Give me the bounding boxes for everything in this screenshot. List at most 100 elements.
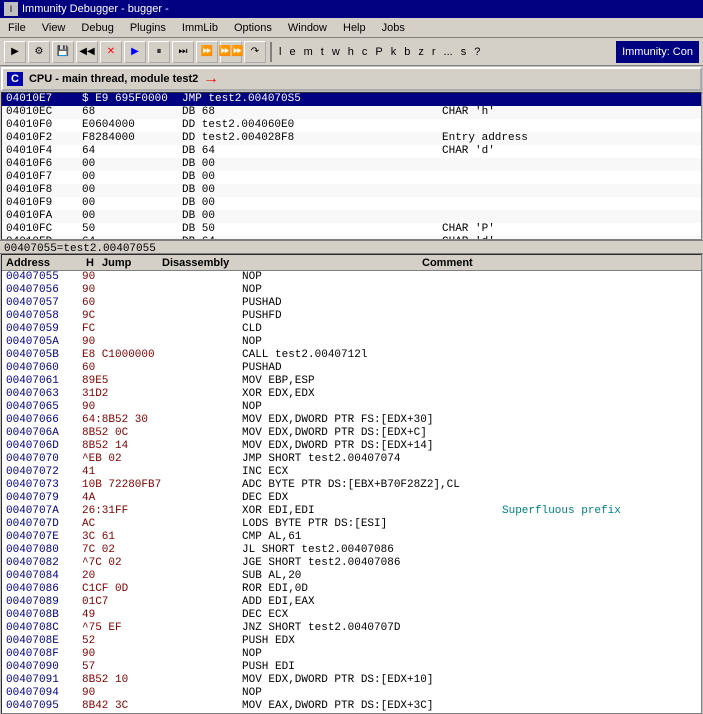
table-row[interactable]: 00407086C1CF 0DROR EDI,0D [2, 583, 701, 596]
toolbar: ▶ ⚙ 💾 ◀◀ ✕ ▶ ⏸ ⏭ ⏩ ⏩⏩ ↷ l e m t w h c P … [0, 38, 703, 66]
table-row[interactable]: 004070918B52 10MOV EDX,DWORD PTR DS:[EDX… [2, 674, 701, 687]
table-row[interactable]: 04010F600DB 00 [2, 158, 701, 171]
table-row[interactable]: 004070958B42 3CMOV EAX,DWORD PTR DS:[EDX… [2, 700, 701, 713]
toolbar-letter-z[interactable]: z [415, 46, 427, 58]
toolbar-letter-c[interactable]: c [359, 46, 371, 58]
toolbar-letter-m[interactable]: m [301, 46, 316, 58]
immunity-banner: Immunity: Con [616, 41, 699, 63]
toolbar-letter-s[interactable]: s [458, 46, 470, 58]
title-text: Immunity Debugger - bugger - [22, 3, 169, 15]
toolbar-letter-k[interactable]: k [388, 46, 400, 58]
top-disassembly-panel[interactable]: 04010E7$ E9 695F0000JMP test2.004070S504… [1, 92, 702, 240]
toolbar-btn-stop[interactable]: ✕ [100, 41, 122, 63]
table-row[interactable]: 04010F700DB 00 [2, 171, 701, 184]
table-row[interactable]: 004070589CPUSHFD [2, 310, 701, 323]
toolbar-letter-P[interactable]: P [372, 46, 385, 58]
cpu-title: CPU - main thread, module test2 [29, 73, 198, 85]
table-row[interactable]: 00407070^EB 02JMP SHORT test2.00407074 [2, 453, 701, 466]
table-row[interactable]: 0040705760PUSHAD [2, 297, 701, 310]
table-row[interactable]: 0040705A90NOP [2, 336, 701, 349]
bottom-disassembly-panel[interactable]: 0040705590NOP0040705690NOP0040705760PUSH… [2, 271, 701, 713]
menu-item-options[interactable]: Options [226, 20, 280, 36]
status-bar: 00407055=test2.00407055 [0, 240, 703, 254]
menu-item-plugins[interactable]: Plugins [122, 20, 174, 36]
toolbar-btn-run[interactable]: ▶ [124, 41, 146, 63]
table-row[interactable]: 0040707A26:31FFXOR EDI,EDISuperfluous pr… [2, 505, 701, 518]
table-row[interactable]: 04010EC68DB 68CHAR 'h' [2, 106, 701, 119]
table-row[interactable]: 004070807C 02JL SHORT test2.00407086 [2, 544, 701, 557]
toolbar-btn-5[interactable]: ⏸ [148, 41, 170, 63]
col-header-disassembly: Disassembly [158, 255, 418, 270]
table-row[interactable]: 0040707310B 72280FB7ADC BYTE PTR DS:[EBX… [2, 479, 701, 492]
table-row[interactable]: 00407082^7C 02JGE SHORT test2.00407086 [2, 557, 701, 570]
table-row[interactable]: 0040708C^75 EFJNZ SHORT test2.0040707D [2, 622, 701, 635]
toolbar-btn-4[interactable]: ◀◀ [76, 41, 98, 63]
table-row[interactable]: 0040705690NOP [2, 284, 701, 297]
table-row[interactable]: 04010FC50DB 50CHAR 'P' [2, 223, 701, 236]
table-row[interactable]: 04010E7$ E9 695F0000JMP test2.004070S5 [2, 93, 701, 106]
menu-item-debug[interactable]: Debug [73, 20, 121, 36]
table-row[interactable]: 0040707DACLODS BYTE PTR DS:[ESI] [2, 518, 701, 531]
arrow-icon: → [206, 70, 216, 88]
table-row[interactable]: 0040706189E5MOV EBP,ESP [2, 375, 701, 388]
col-header-jump: Jump [98, 255, 158, 270]
table-row[interactable]: 04010F2F8284000DD test2.004028F8Entry ad… [2, 132, 701, 145]
table-row[interactable]: 04010FA00DB 00 [2, 210, 701, 223]
table-row[interactable]: 0040708901C7ADD EDI,EAX [2, 596, 701, 609]
toolbar-letter-l[interactable]: l [276, 46, 284, 58]
table-row[interactable]: 0040709490NOP [2, 687, 701, 700]
table-row[interactable]: 04010F0E0604000DD test2.004060E0 [2, 119, 701, 132]
toolbar-letter-q[interactable]: ? [471, 46, 483, 58]
toolbar-letter-w[interactable]: w [329, 46, 343, 58]
status-text: 00407055=test2.00407055 [4, 243, 156, 255]
table-row[interactable]: 0040707E3C 61CMP AL,61 [2, 531, 701, 544]
menu-bar: FileViewDebugPluginsImmLibOptionsWindowH… [0, 18, 703, 38]
table-row[interactable]: 0040708F90NOP [2, 648, 701, 661]
table-row[interactable]: 0040706A8B52 0CMOV EDX,DWORD PTR DS:[EDX… [2, 427, 701, 440]
table-row[interactable]: 0040705BE8 C1000000CALL test2.0040712l [2, 349, 701, 362]
table-row[interactable]: 0040706331D2XOR EDX,EDX [2, 388, 701, 401]
table-row[interactable]: 04010F800DB 00 [2, 184, 701, 197]
menu-item-help[interactable]: Help [335, 20, 374, 36]
menu-item-jobs[interactable]: Jobs [374, 20, 413, 36]
table-row[interactable]: 0040707241INC ECX [2, 466, 701, 479]
table-row[interactable]: 04010F900DB 00 [2, 197, 701, 210]
col-header-h: H [82, 255, 98, 270]
table-row[interactable]: 0040706060PUSHAD [2, 362, 701, 375]
bottom-panel-container: Address H Jump Disassembly Comment 00407… [1, 254, 702, 714]
toolbar-letter-dots[interactable]: ... [441, 46, 456, 58]
toolbar-letter-t[interactable]: t [318, 46, 327, 58]
toolbar-btn-1[interactable]: ▶ [4, 41, 26, 63]
toolbar-btn-3[interactable]: 💾 [52, 41, 74, 63]
toolbar-letter-e[interactable]: e [286, 46, 298, 58]
toolbar-letter-h[interactable]: h [345, 46, 357, 58]
toolbar-letter-r[interactable]: r [429, 46, 439, 58]
toolbar-btn-2[interactable]: ⚙ [28, 41, 50, 63]
title-bar: I Immunity Debugger - bugger - [0, 0, 703, 18]
menu-item-window[interactable]: Window [280, 20, 335, 36]
menu-item-immlib[interactable]: ImmLib [174, 20, 226, 36]
table-row[interactable]: 0040706664:8B52 30MOV EDX,DWORD PTR FS:[… [2, 414, 701, 427]
table-row[interactable]: 004070794ADEC EDX [2, 492, 701, 505]
table-row[interactable]: 0040708E52PUSH EDX [2, 635, 701, 648]
table-row[interactable]: 0040708B49DEC ECX [2, 609, 701, 622]
toolbar-btn-6[interactable]: ⏭ [172, 41, 194, 63]
table-row[interactable]: 04010F464DB 64CHAR 'd' [2, 145, 701, 158]
menu-item-view[interactable]: View [34, 20, 74, 36]
table-row[interactable]: 0040706D8B52 14MOV EDX,DWORD PTR DS:[EDX… [2, 440, 701, 453]
toolbar-btn-8[interactable]: ⏩⏩ [220, 41, 242, 63]
menu-item-file[interactable]: File [0, 20, 34, 36]
col-header-address: Address [2, 255, 82, 270]
toolbar-btn-7[interactable]: ⏩ [196, 41, 218, 63]
table-row[interactable]: 00407059FCCLD [2, 323, 701, 336]
col-header-comment: Comment [418, 255, 701, 270]
table-row[interactable]: 0040708420SUB AL,20 [2, 570, 701, 583]
cpu-panel-header: C CPU - main thread, module test2 → [1, 67, 702, 91]
table-row[interactable]: 0040705590NOP [2, 271, 701, 284]
bottom-panel-header: Address H Jump Disassembly Comment [2, 255, 701, 271]
toolbar-btn-9[interactable]: ↷ [244, 41, 266, 63]
app-icon: I [4, 2, 18, 16]
toolbar-letter-b[interactable]: b [401, 46, 413, 58]
table-row[interactable]: 0040706590NOP [2, 401, 701, 414]
table-row[interactable]: 0040709057PUSH EDI [2, 661, 701, 674]
